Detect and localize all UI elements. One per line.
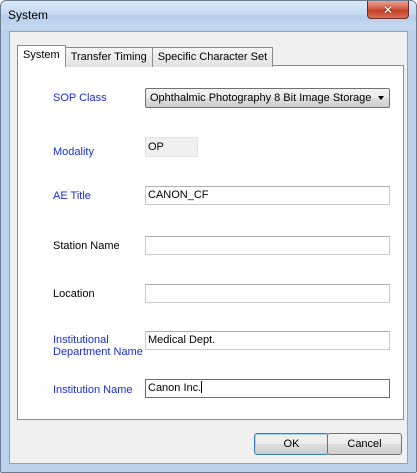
institution-name-label: Institution Name (53, 384, 133, 396)
window-title: System (8, 8, 49, 22)
sop-class-value: Ophthalmic Photography 8 Bit Image Stora… (150, 92, 372, 104)
institution-name-field[interactable]: Canon Inc. (145, 379, 390, 398)
institution-name-value: Canon Inc. (148, 382, 202, 394)
cancel-button[interactable]: Cancel (327, 433, 402, 455)
close-icon: ✕ (382, 2, 394, 17)
institutional-department-name-label-line2: Department Name (53, 346, 143, 358)
tab-specific-character-set[interactable]: Specific Character Set (151, 47, 274, 67)
text-caret (201, 381, 203, 393)
title-bar[interactable]: System ✕ (1, 1, 416, 29)
ae-title-label: AE Title (53, 190, 91, 202)
tab-transfer-timing[interactable]: Transfer Timing (64, 47, 153, 67)
station-name-label: Station Name (53, 240, 120, 252)
modality-label: Modality (53, 146, 94, 158)
modality-field: OP (145, 137, 198, 157)
ae-title-field[interactable]: CANON_CF (145, 186, 390, 205)
location-field[interactable] (145, 284, 390, 303)
institutional-department-name-field[interactable]: Medical Dept. (145, 331, 390, 350)
tab-system[interactable]: System (17, 45, 66, 67)
tab-strip: System Transfer Timing Specific Characte… (17, 45, 274, 67)
sop-class-label: SOP Class (53, 92, 107, 104)
chevron-down-icon (378, 96, 384, 100)
station-name-field[interactable] (145, 236, 390, 255)
close-button[interactable]: ✕ (367, 1, 409, 19)
ok-button[interactable]: OK (254, 433, 329, 455)
location-label: Location (53, 288, 95, 300)
sop-class-select[interactable]: Ophthalmic Photography 8 Bit Image Stora… (145, 88, 390, 108)
